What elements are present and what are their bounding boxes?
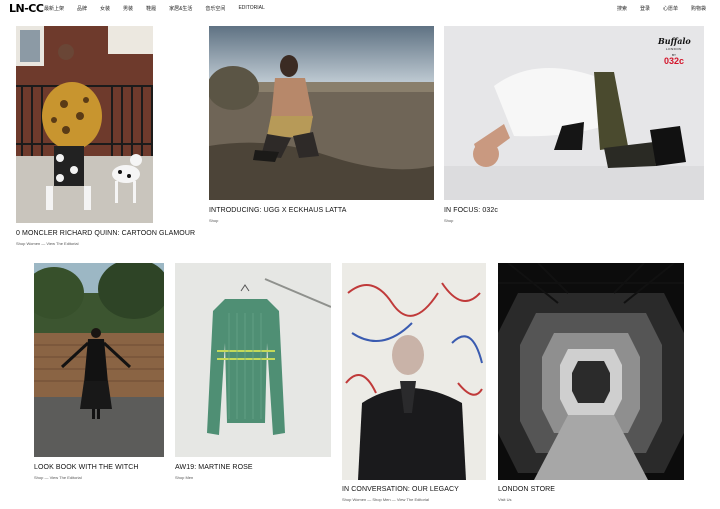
london-store-image[interactable] <box>498 263 684 480</box>
card-title[interactable]: IN CONVERSATION: OUR LEGACY <box>342 486 459 493</box>
nav-home-life[interactable]: 家居&生活 <box>169 5 192 12</box>
card-links[interactable]: Shop — View The Editorial <box>34 475 82 480</box>
nav-men[interactable]: 男装 <box>123 5 133 12</box>
card-links[interactable]: Shop Men <box>175 475 193 480</box>
top-navigation: LN-CC 最新上架 品牌 女装 男装 鞋履 家居&生活 音乐空间 EDITOR… <box>0 0 720 16</box>
nav-women[interactable]: 女装 <box>100 5 110 12</box>
nav-music[interactable]: 音乐空间 <box>205 5 225 12</box>
main-menu: 最新上架 品牌 女装 男装 鞋履 家居&生活 音乐空间 EDITORIAL <box>44 5 265 12</box>
martine-rose-image[interactable] <box>175 263 331 457</box>
buffalo-logo-text: Buffalo <box>658 36 691 46</box>
our-legacy-image[interactable] <box>342 263 486 480</box>
nav-editorial[interactable]: EDITORIAL <box>238 5 264 12</box>
ugg-editorial-image[interactable] <box>209 26 434 200</box>
nav-wishlist[interactable]: 心愿单 <box>663 5 678 12</box>
card-links[interactable]: Visit Us <box>498 497 511 502</box>
card-title[interactable]: INTRODUCING: UGG X ECKHAUS LATTA <box>209 207 347 214</box>
card-links[interactable]: Shop <box>209 218 218 223</box>
card-title[interactable]: AW19: MARTINE ROSE <box>175 464 253 471</box>
032c-editorial-image[interactable]: Buffalo LONDON BY 032c <box>444 26 704 200</box>
nav-bag[interactable]: 购物袋 <box>691 5 706 12</box>
card-title[interactable]: IN FOCUS: 032c <box>444 207 498 214</box>
witch-lookbook-image[interactable] <box>34 263 164 457</box>
card-links[interactable]: Shop Women — Shop Men — View The Editori… <box>342 497 429 502</box>
032c-logo-text: 032c <box>664 56 685 66</box>
nav-brands[interactable]: 品牌 <box>77 5 87 12</box>
moncler-editorial-image[interactable] <box>16 26 153 223</box>
buffalo-city-text: LONDON <box>666 47 682 51</box>
card-title[interactable]: LOOK BOOK WITH THE WITCH <box>34 464 139 471</box>
nav-login[interactable]: 登录 <box>640 5 650 12</box>
card-title[interactable]: 0 MONCLER RICHARD QUINN: CARTOON GLAMOUR <box>16 230 195 237</box>
nav-new-arrivals[interactable]: 最新上架 <box>44 5 64 12</box>
nav-shoes[interactable]: 鞋履 <box>146 5 156 12</box>
utility-menu: 搜索 登录 心愿单 购物袋 <box>617 5 706 12</box>
nav-search[interactable]: 搜索 <box>617 5 627 12</box>
card-title[interactable]: LONDON STORE <box>498 486 555 493</box>
card-links[interactable]: Shop <box>444 218 453 223</box>
card-links[interactable]: Shop Women — View The Editorial <box>16 241 78 246</box>
site-logo[interactable]: LN-CC <box>9 2 44 15</box>
